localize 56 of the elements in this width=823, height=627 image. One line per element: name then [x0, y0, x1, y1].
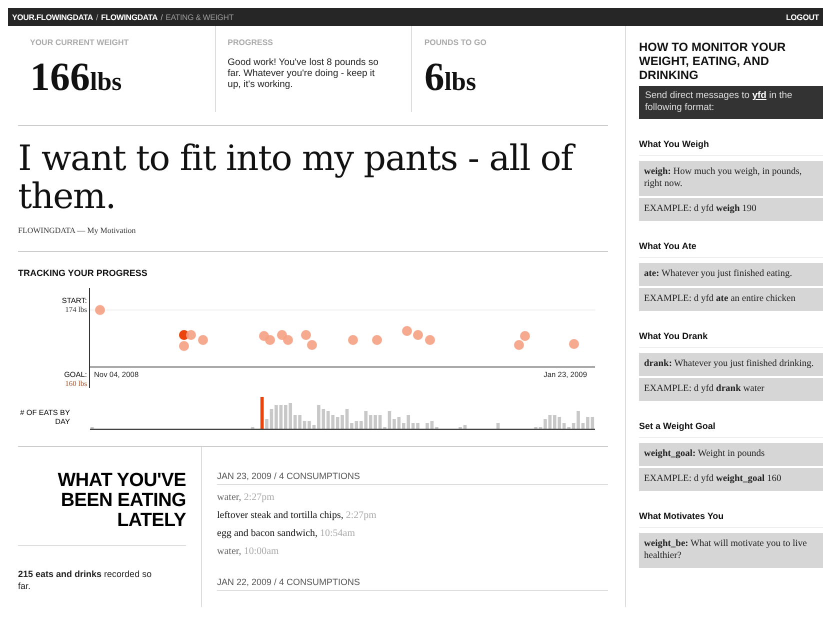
- weight-point: [198, 335, 208, 345]
- breadcrumb-link[interactable]: FLOWINGDATA: [100, 12, 158, 22]
- day-header: JAN 22, 2009 / 4 CONSUMPTIONS: [217, 577, 608, 591]
- command-heading: Set a Weight Goal: [639, 421, 823, 438]
- breadcrumb-link[interactable]: EATING & WEIGHT: [166, 12, 234, 22]
- weight-point: [265, 335, 275, 345]
- breadcrumb-link[interactable]: YOUR.FLOWINGDATA: [12, 12, 93, 22]
- progress-text: Good work! You've lost 8 pounds so far. Whatever you're doing - keep it up, it's working.: [228, 57, 380, 90]
- command-box: EXAMPLE: d yfd drank water: [639, 378, 823, 401]
- quote-source: FLOWINGDATA — My Motivation: [18, 226, 137, 235]
- command-box: EXAMPLE: d yfd weight_goal 160: [639, 468, 823, 491]
- command-heading: What You Ate: [639, 241, 823, 258]
- eating-title: WHAT YOU'VE BEEN EATING LATELY: [18, 447, 186, 546]
- command-heading: What You Weigh: [639, 139, 823, 156]
- command-box: ate: Whatever you just finished eating.: [639, 263, 823, 286]
- stat-value: 6lbs: [424, 57, 478, 101]
- command-box: EXAMPLE: d yfd weigh 190: [639, 198, 823, 221]
- command-box: weight_be: What will motivate you to live healthier?: [639, 533, 823, 568]
- weight-point: [514, 340, 524, 350]
- command-box: weight_goal: Weight in pounds: [639, 443, 823, 466]
- weight-point: [402, 326, 412, 336]
- weight-point: [569, 339, 579, 349]
- weight-point: [348, 335, 358, 345]
- command-heading: What You Drank: [639, 331, 823, 348]
- instructions-text: Send direct messages to yfd in the following format:: [639, 86, 823, 119]
- weight-point: [425, 335, 435, 345]
- command-box: EXAMPLE: d yfd ate an entire chicken: [639, 288, 823, 311]
- weight-point: [95, 305, 105, 315]
- yfd-link[interactable]: yfd: [752, 90, 766, 101]
- weight-point: [179, 341, 189, 351]
- summary-text: 215 eats and drinks recorded so far.: [18, 568, 153, 592]
- logout-link[interactable]: LOGOUT: [786, 12, 819, 22]
- consumption-item: water, 2:27pm: [217, 491, 276, 505]
- weight-point: [301, 330, 311, 340]
- breadcrumb-separator: /: [160, 12, 163, 22]
- section-title: TRACKING YOUR PROGRESS: [18, 268, 148, 278]
- command-box: weigh: How much you weigh, in pounds, right now.: [639, 161, 823, 196]
- breadcrumb-separator: /: [96, 12, 98, 22]
- stat-label: POUNDS TO GO: [424, 38, 488, 47]
- weight-point: [372, 335, 382, 345]
- weight-point: [413, 330, 423, 340]
- weight-point: [186, 330, 196, 340]
- command-heading: What Motivates You: [639, 511, 823, 528]
- stat-value: 166lbs: [30, 57, 123, 101]
- stat-label: PROGRESS: [228, 38, 274, 47]
- weight-point: [307, 340, 317, 350]
- day-header: JAN 23, 2009 / 4 CONSUMPTIONS: [217, 471, 608, 485]
- consumption-item: egg and bacon sandwich, 10:54am: [217, 527, 356, 541]
- consumption-item: leftover steak and tortilla chips, 2:27pm: [217, 509, 378, 523]
- consumption-item: water, 10:00am: [217, 545, 280, 559]
- command-box: drank: Whatever you just finished drinking.: [639, 353, 823, 376]
- weight-point: [283, 335, 293, 345]
- stat-label: YOUR CURRENT WEIGHT: [30, 38, 130, 47]
- motivation-quote: I want to fit into my pants - all of them.: [18, 140, 608, 216]
- weight-point: [520, 331, 530, 341]
- sidebar-title: HOW TO MONITOR YOUR WEIGHT, EATING, AND DRINKING: [639, 40, 787, 82]
